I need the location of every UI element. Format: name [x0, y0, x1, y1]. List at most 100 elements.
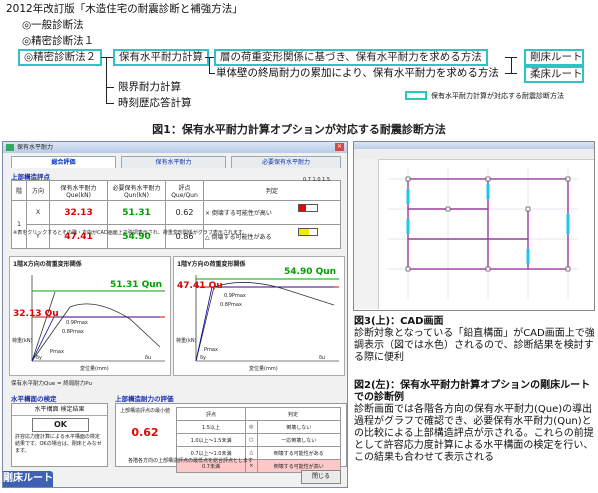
- min-score-label: 上部構造評点の最小値: [120, 408, 171, 414]
- connector: [106, 103, 114, 104]
- cell-floor: 1: [11, 200, 27, 249]
- route-badge: 剛床ルート: [3, 471, 53, 487]
- cell-judge-wrap: × 倒壊する可能性が高い: [203, 200, 341, 225]
- score-bar: [298, 204, 318, 212]
- graph-x-qu: 32.13 Qu: [13, 309, 59, 319]
- eval-text: 倒壊する可能性がある: [256, 446, 342, 460]
- connector: [106, 57, 107, 104]
- fig3-caption: 図3(上)：CAD画面 診断対象となっている「鉛直構面」がCAD画面上で強調表示…: [354, 316, 598, 364]
- th-floor: 階: [11, 180, 27, 201]
- check-result: OK: [32, 418, 89, 432]
- hoyu-dialog: 保有水平耐力 ✕ 総合評価 保有水平耐力 必要保有水平耐力 上部構造評点 階 方…: [2, 141, 348, 488]
- gosho-box: 剛床ルート: [524, 49, 584, 66]
- figure1-caption: 図1：保有水平耐力計算オプションが対応する耐震診断方法: [152, 123, 446, 136]
- scale-10: 1.0: [312, 177, 321, 183]
- cad-side-toolbar[interactable]: [354, 159, 379, 309]
- cell-que: 32.13: [49, 200, 108, 225]
- graph-x-du: δu: [145, 355, 152, 361]
- th-judge: 判定: [203, 180, 341, 201]
- graph-y-qu: 47.41 Qu: [177, 281, 223, 291]
- eval-th-score: 評点: [175, 407, 247, 421]
- graph-x: 1階X方向の荷重変形関係 51.31 Qun 32.13 Qu 0.9Pmax …: [9, 256, 171, 376]
- graph-x-xlabel: 変位量(mm): [80, 366, 109, 372]
- cell-qun: 51.31: [107, 200, 166, 225]
- connector: [209, 57, 210, 73]
- legend-text: 保有水平耐力計算が対応する耐震診断方法: [431, 92, 564, 100]
- cell-score: 0.62: [165, 200, 204, 225]
- eval-range: 1.5以上: [175, 420, 247, 434]
- graph-y-pt-c: Pmax: [204, 347, 218, 353]
- th-dir: 方向: [26, 180, 50, 201]
- th-score: 評点 Que/Qun: [165, 180, 204, 201]
- eval-mark: ○: [245, 433, 258, 447]
- genkai-label: 限界耐力計算: [118, 81, 181, 93]
- table-row: 1.5以上 ◎ 倒壊しない: [175, 420, 342, 434]
- close-icon[interactable]: ✕: [335, 143, 344, 151]
- fig3-title: 図3(上)：CAD画面: [354, 316, 444, 327]
- tab-overall[interactable]: 総合評価: [11, 156, 116, 168]
- result-table: 階 方向 保有水平耐力 Que(kN) 必要保有水平耐力 Qun(kN) 評点 …: [11, 180, 341, 249]
- jikoku-label: 時刻歴応答計算: [118, 97, 192, 109]
- cell-dir: X: [26, 200, 50, 225]
- table-row: 1.0以上〜1.5未満 ○ 一応倒壊しない: [175, 433, 342, 447]
- fig3-body: 診断対象となっている「鉛直構面」がCAD画面上で強調表示（図では水色）されるので…: [354, 328, 595, 363]
- method-b-label: 単体壁の終局耐力の累加により、保有水平耐力を求める方法: [216, 67, 499, 79]
- connector: [209, 73, 215, 74]
- graph-y-dy: δy: [200, 355, 207, 361]
- table-note: ※表をクリックするとその階・方向がCAD画面上で強調表示され、荷重変形関係がグラ…: [13, 230, 248, 236]
- scale-labels: 0.7 1.0 1.5: [303, 177, 330, 183]
- upper-capacity-box: 上部構造評点の最小値 0.62 評点 判定 1.5以上 ◎ 倒壊しない 1.0以上〜1…: [115, 403, 347, 473]
- graph-x-pt-a: 0.9Pmax: [66, 320, 88, 326]
- graph-y-qun: 54.90 Qun: [284, 267, 337, 277]
- graph-y-pt-a: 0.9Pmax: [224, 293, 246, 299]
- graph-x-dy: δy: [36, 355, 43, 361]
- horizontal-check-box: 水平構面 検定結果 OK 許容応力度計算による水平構面の検定結果です。OKの場合…: [11, 403, 108, 467]
- table-row[interactable]: 1 X 32.13 51.31 0.62 × 倒壊する可能性が高い: [11, 200, 341, 249]
- fig2-body: 診断画面では各階各方向の保有水平耐力(Que)の導出過程がグラフで確認でき、必要…: [354, 404, 594, 463]
- th-que: 保有水平耐力 Que(kN): [49, 180, 108, 201]
- ippan-label: ◎一般診断法: [22, 19, 84, 31]
- method-a-box: 層の荷重変形関係に基づき、保有水平耐力を求める方法: [214, 49, 488, 66]
- graph-y-pt-b: 0.8Pmax: [220, 302, 242, 308]
- tab-bar: 総合評価 保有水平耐力 必要保有水平耐力: [11, 156, 341, 168]
- cad-screen: [353, 141, 595, 311]
- check-result-label: 水平構面 検定結果: [12, 404, 107, 416]
- th-qun: 必要保有水平耐力 Qun(kN): [107, 180, 166, 201]
- eval-range: 1.0以上〜1.5未満: [175, 433, 247, 447]
- connector: [511, 57, 512, 74]
- connector: [106, 87, 114, 88]
- scale-15: 1.5: [322, 177, 331, 183]
- graph-y-du: δu: [319, 355, 326, 361]
- scale-07: 0.7: [303, 177, 311, 183]
- tab-hoyu[interactable]: 保有水平耐力: [121, 156, 226, 168]
- legend-swatch: [405, 91, 427, 100]
- upper-capacity-heading: 上部構造耐力の評価: [115, 395, 174, 403]
- min-score: 0.62: [131, 426, 159, 439]
- eval-text: 倒壊しない: [256, 420, 342, 434]
- cad-titlebar: [354, 142, 594, 149]
- graph-y-ylabel: 荷重(kN): [176, 338, 197, 344]
- tab-required[interactable]: 必要保有水平耐力: [231, 156, 341, 168]
- eval-note: 各階各方向の上部構造評点の最低点を総合評点とします: [128, 458, 254, 464]
- fig2-caption: 図2(左)：保有水平耐力計算オプションの剛床ルートでの診断例 診断画面では各階各…: [354, 380, 598, 464]
- close-button[interactable]: 閉じる: [301, 470, 341, 484]
- graph-x-ylabel: 荷重(kN): [12, 338, 33, 344]
- dialog-title: 保有水平耐力: [17, 144, 54, 151]
- formula-text: 保有水平耐力Que = 終局耐力Pu: [11, 381, 93, 387]
- fig2-title: 図2(左)：保有水平耐力計算オプションの剛床ルートでの診断例: [354, 380, 591, 403]
- horizontal-check-heading: 水平構面の検定: [11, 395, 57, 403]
- graph-x-pt-b: 0.8Pmax: [62, 329, 84, 335]
- score-bar: [298, 228, 318, 236]
- seimitsu1-label: ◎精密診断法１: [22, 35, 95, 47]
- diagram-header: 2012年改訂版「木造住宅の耐震診断と補強方法」: [6, 3, 243, 15]
- hoyu-box: 保有水平耐力計算: [113, 49, 209, 66]
- graph-x-pt-c: Pmax: [50, 349, 64, 355]
- graph-y: 1階Y方向の荷重変形関係 54.90 Qun 47.41 Qu 0.9Pmax …: [173, 256, 345, 376]
- app-icon: [6, 144, 14, 151]
- cell-judge: × 倒壊する可能性が高い: [205, 210, 272, 217]
- jushou-box: 柔床ルート: [524, 66, 584, 83]
- graph-y-xlabel: 変位量(mm): [249, 366, 278, 372]
- dialog-titlebar: 保有水平耐力 ✕: [3, 142, 347, 153]
- graph-x-qun: 51.31 Qun: [110, 280, 163, 290]
- eval-th-judge: 判定: [245, 407, 341, 421]
